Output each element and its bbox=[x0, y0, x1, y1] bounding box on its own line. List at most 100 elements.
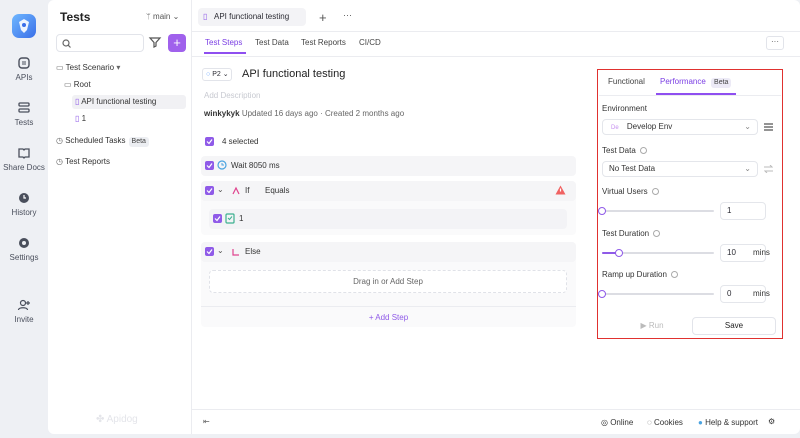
meta-dates: Updated 16 days ago · Created 2 months a… bbox=[241, 109, 405, 118]
test-duration-unit: mins bbox=[753, 248, 770, 257]
tree-item-test-scenario[interactable]: ▭ Test Scenario ▾ bbox=[56, 61, 120, 75]
tab-test-data[interactable]: Test Data bbox=[255, 38, 289, 47]
tests-icon bbox=[17, 101, 31, 115]
tree-item-api-functional-testing[interactable]: ▯ API functional testing bbox=[72, 95, 186, 109]
tree-item-root[interactable]: ▭ Root bbox=[64, 78, 91, 92]
chevron-down-icon[interactable]: ⌄ bbox=[217, 185, 224, 194]
add-step-button[interactable]: + Add Step bbox=[201, 306, 576, 326]
menu-icon[interactable] bbox=[764, 123, 773, 131]
tree-title: Tests bbox=[60, 10, 91, 24]
tree-item-label: Test Reports bbox=[65, 157, 110, 166]
chevron-down-icon: ⌄ bbox=[744, 122, 751, 131]
step-child[interactable] bbox=[209, 209, 567, 229]
step-label: Wait 8050 ms bbox=[231, 161, 280, 170]
branch-selector[interactable]: ᛘ main ⌄ bbox=[146, 12, 179, 21]
rail-item-share-docs[interactable]: Share Docs bbox=[0, 146, 48, 172]
tabstrip-divider bbox=[192, 31, 800, 32]
info-icon bbox=[670, 271, 678, 278]
virtual-users-slider[interactable] bbox=[602, 210, 714, 212]
virtual-users-slider-handle[interactable] bbox=[598, 207, 606, 215]
ramp-up-slider-handle[interactable] bbox=[598, 290, 606, 298]
apis-icon bbox=[17, 56, 31, 70]
test-data-select[interactable]: No Test Data ⌄ bbox=[602, 161, 758, 177]
rail-label: APIs bbox=[15, 73, 33, 82]
watermark-icon: ✤ bbox=[96, 414, 107, 425]
settings-gear-icon[interactable]: ⚙ bbox=[768, 417, 775, 426]
tree-item-label: Scheduled Tasks bbox=[65, 136, 126, 145]
online-label: Online bbox=[610, 418, 634, 427]
check-icon bbox=[214, 216, 221, 222]
add-step-link[interactable]: Add Step bbox=[390, 277, 423, 286]
tree-item-scheduled-tasks[interactable]: ◷ Scheduled Tasks Beta bbox=[56, 134, 149, 148]
test-duration-slider-handle[interactable] bbox=[614, 249, 623, 257]
rail-label: Invite bbox=[14, 315, 34, 324]
if-label: If bbox=[245, 186, 250, 195]
tree-search-input[interactable] bbox=[56, 34, 144, 52]
online-status[interactable]: ◎ Online bbox=[601, 418, 633, 427]
app-logo bbox=[12, 14, 36, 38]
rail-item-history[interactable]: History bbox=[0, 191, 48, 217]
tree-item-label: API functional testing bbox=[81, 97, 157, 106]
file-tab[interactable]: ▯ API functional testing bbox=[198, 8, 306, 26]
add-user-icon bbox=[17, 298, 31, 312]
save-button[interactable]: Save bbox=[692, 317, 776, 335]
virtual-users-label: Virtual Users bbox=[602, 187, 659, 196]
ramp-up-unit: mins bbox=[753, 289, 770, 298]
subtab-divider bbox=[192, 56, 800, 57]
priority-select[interactable]: ○ P2 ⌄ bbox=[202, 68, 232, 81]
environment-select[interactable]: De Develop Env ⌄ bbox=[602, 119, 758, 135]
collapse-sidebar-icon[interactable]: ⇤ bbox=[203, 417, 210, 426]
rail-label: Settings bbox=[9, 253, 39, 262]
rail-item-settings[interactable]: Settings bbox=[0, 236, 48, 262]
test-data-value: No Test Data bbox=[609, 164, 656, 173]
run-button[interactable]: ▶ Run bbox=[622, 317, 682, 335]
tab-performance[interactable]: Performance Beta bbox=[660, 77, 732, 88]
chevron-down-icon: ⌄ bbox=[222, 71, 229, 78]
check-icon bbox=[206, 139, 213, 145]
more-options-button[interactable]: ··· bbox=[766, 36, 784, 50]
tab-functional[interactable]: Functional bbox=[608, 77, 645, 86]
ramp-up-slider[interactable] bbox=[602, 293, 714, 295]
tree-item-label: Root bbox=[73, 80, 91, 89]
chevron-down-icon: ▾ bbox=[114, 63, 121, 72]
rail-label: History bbox=[11, 208, 37, 217]
virtual-users-input[interactable]: 1 bbox=[720, 202, 766, 220]
tree-item-test-reports[interactable]: ◷ Test Reports bbox=[56, 155, 110, 169]
new-tab-button[interactable]: + bbox=[319, 10, 327, 25]
tree-item-label: 1 bbox=[81, 114, 87, 123]
author-name: winkykyk bbox=[204, 109, 240, 118]
clock-icon: ◷ bbox=[56, 157, 66, 166]
scenario-title[interactable]: API functional testing bbox=[242, 68, 345, 80]
test-duration-label-text: Test Duration bbox=[602, 229, 650, 238]
warning-icon bbox=[555, 185, 566, 195]
info-icon bbox=[653, 230, 661, 237]
branch-icon: ᛘ bbox=[146, 12, 154, 21]
condition-operator[interactable]: Equals bbox=[265, 186, 289, 195]
gear-icon bbox=[17, 236, 31, 250]
file-icon: ▯ bbox=[75, 114, 82, 123]
rail-item-invite[interactable]: Invite bbox=[0, 298, 48, 324]
description-field[interactable]: Add Description bbox=[204, 91, 260, 100]
more-tabs-button[interactable]: ··· bbox=[343, 10, 352, 20]
drop-zone[interactable]: Drag in or Add Step bbox=[209, 270, 567, 293]
status-bar-divider bbox=[192, 409, 800, 410]
step-if[interactable] bbox=[201, 181, 576, 201]
rail-item-tests[interactable]: Tests bbox=[0, 101, 48, 127]
help-support-button[interactable]: ● Help & support bbox=[698, 418, 758, 427]
info-icon bbox=[639, 147, 647, 154]
chevron-down-icon[interactable]: ⌄ bbox=[217, 246, 224, 255]
ramp-up-label-text: Ramp up Duration bbox=[602, 270, 667, 279]
scenario-meta: winkykyk Updated 16 days ago · Created 2… bbox=[204, 109, 404, 118]
chevron-down-icon: ⌄ bbox=[170, 12, 180, 21]
tab-test-reports[interactable]: Test Reports bbox=[301, 38, 346, 47]
filter-button[interactable] bbox=[148, 35, 162, 49]
add-button[interactable]: + bbox=[168, 34, 186, 52]
check-icon bbox=[206, 249, 213, 255]
tree-item-1[interactable]: ▯ 1 bbox=[75, 112, 86, 126]
cookies-button[interactable]: ◌ Cookies bbox=[647, 418, 683, 427]
search-icon bbox=[62, 39, 71, 48]
tab-test-steps[interactable]: Test Steps bbox=[205, 38, 242, 47]
folder-icon: ▭ bbox=[56, 63, 66, 72]
rail-item-apis[interactable]: APIs bbox=[0, 56, 48, 82]
tab-ci-cd[interactable]: CI/CD bbox=[359, 38, 381, 47]
